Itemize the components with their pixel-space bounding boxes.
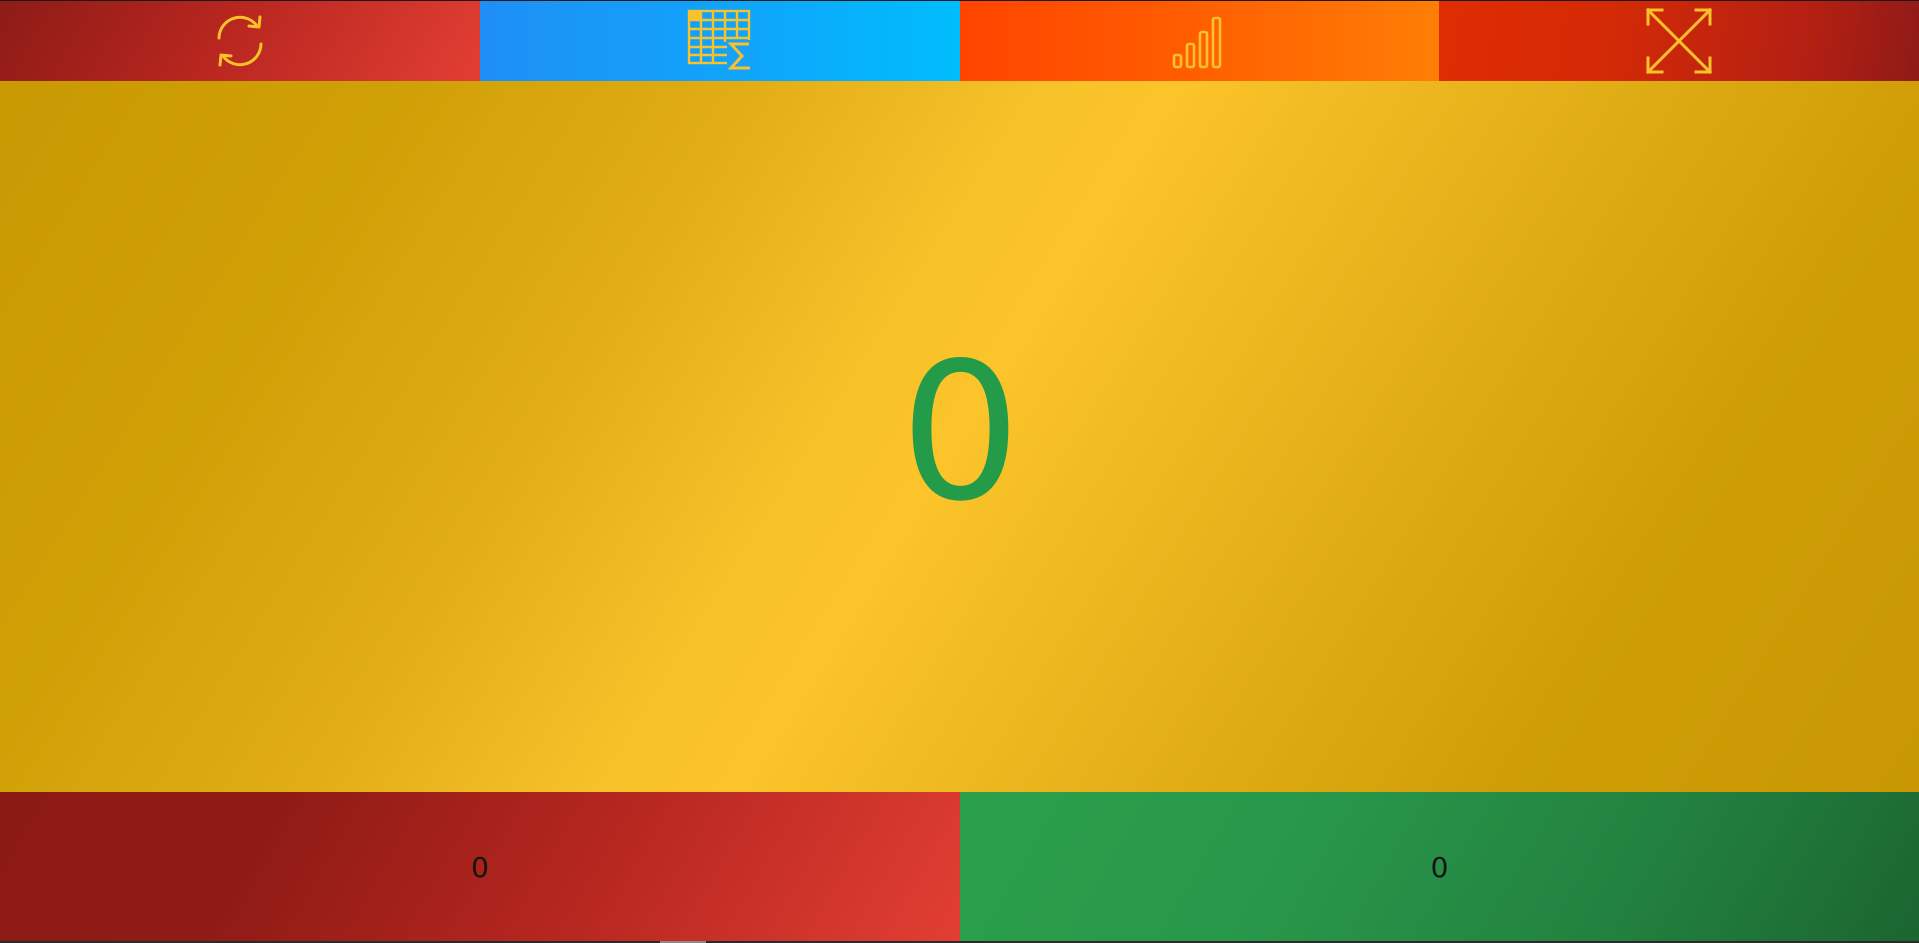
reset-button[interactable] bbox=[0, 1, 480, 81]
refresh-icon bbox=[217, 15, 263, 67]
main-counter-panel[interactable]: 0 bbox=[0, 81, 1919, 792]
stats-button[interactable] bbox=[959, 1, 1440, 81]
left-counter-button[interactable]: 0 bbox=[0, 792, 960, 941]
table-button[interactable] bbox=[479, 1, 960, 81]
top-toolbar bbox=[0, 1, 1919, 81]
main-count: 0 bbox=[900, 321, 1021, 543]
right-count: 0 bbox=[1430, 851, 1449, 884]
right-counter-button[interactable]: 0 bbox=[960, 792, 1919, 941]
bar-chart-icon bbox=[1173, 16, 1222, 69]
fullscreen-button[interactable] bbox=[1439, 1, 1919, 81]
table-sum-icon bbox=[687, 9, 754, 71]
counter-app: 0 0 0 bbox=[0, 0, 1919, 943]
bottom-counters: 0 0 bbox=[0, 792, 1919, 941]
expand-icon bbox=[1646, 7, 1713, 75]
left-count: 0 bbox=[471, 851, 489, 884]
